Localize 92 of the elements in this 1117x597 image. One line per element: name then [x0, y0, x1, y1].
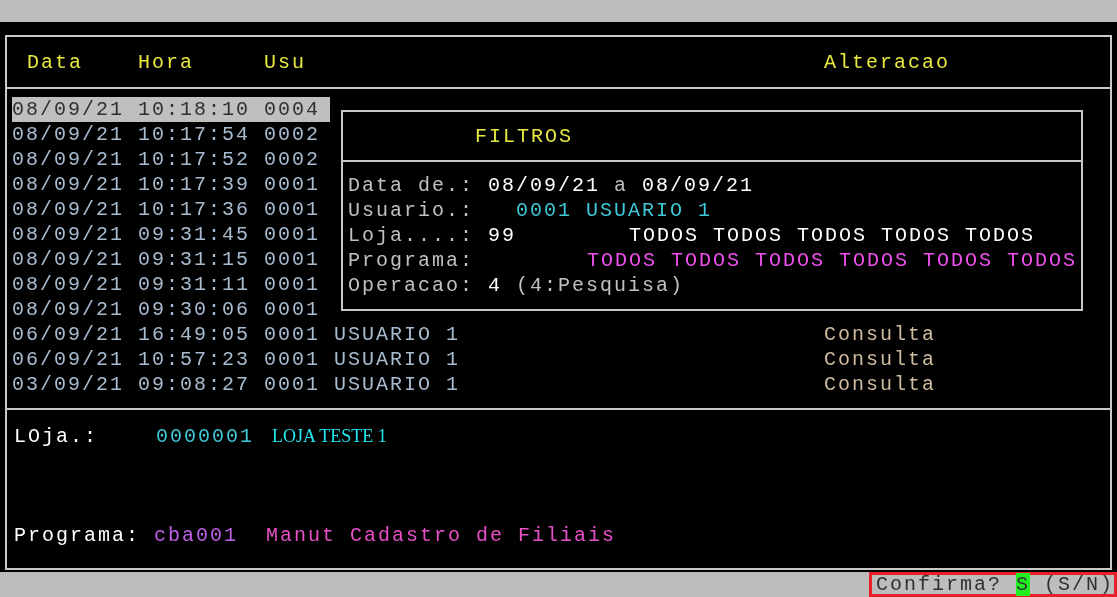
field-value: 99 — [488, 224, 517, 247]
user-cell-text: 0001 — [264, 223, 321, 246]
date-cell-text: 08/09/21 — [12, 123, 125, 146]
user-cell-text: 0001 — [264, 198, 321, 221]
date-cell-text: 08/09/21 — [12, 98, 125, 121]
field-value: 4 — [488, 274, 503, 297]
field-label: Programa: — [348, 249, 475, 272]
user-cell-text: 0002 — [264, 123, 321, 146]
change-cell-text: Consulta — [824, 348, 937, 371]
user-name-cell-text: USUARIO 1 — [334, 323, 462, 346]
user-cell-text: 0001 — [264, 348, 321, 371]
field-label: Usuario.: — [348, 199, 475, 222]
user-cell-text: 0002 — [264, 148, 321, 171]
log-row[interactable]: 08/09/21 09:31:15 0001 — [12, 247, 334, 272]
log-row[interactable]: 08/09/21 10:18:10 0004 — [12, 97, 330, 122]
column-header: Usu — [264, 50, 307, 74]
user-name-cell-text: USUARIO 1 — [334, 373, 462, 396]
option-value: TODOS — [713, 224, 784, 247]
option-value: TODOS — [1007, 249, 1078, 272]
option-value: TODOS — [629, 224, 700, 247]
user-cell-text: 0001 — [264, 173, 321, 196]
option-value: TODOS — [923, 249, 994, 272]
program-name: Manut Cadastro de Filiais — [266, 524, 617, 547]
time-cell-text: 09:08:27 — [138, 373, 251, 396]
time-cell-text: 10:17:36 — [138, 198, 251, 221]
user-cell-text: 0001 — [264, 248, 321, 271]
date-cell-text: 03/09/21 — [12, 373, 125, 396]
log-row[interactable]: 06/09/21 10:57:23 0001 — [12, 347, 334, 372]
option-value: TODOS — [839, 249, 910, 272]
field-value: a — [614, 174, 629, 197]
time-cell-text: 09:31:45 — [138, 223, 251, 246]
log-row[interactable]: 03/09/21 09:08:27 0001 — [12, 372, 334, 397]
field-label: Operacao: — [348, 274, 475, 297]
prompt-text: Confirma? — [875, 573, 1002, 596]
field-label: Data de.: — [348, 174, 475, 197]
store-name: LOJA TESTE 1 — [272, 426, 387, 447]
program-code: cba001 — [154, 524, 239, 547]
log-row[interactable]: 08/09/21 10:17:39 0001 — [12, 172, 334, 197]
log-row[interactable]: 08/09/21 10:17:52 0002 — [12, 147, 334, 172]
time-cell-text: 09:30:06 — [138, 298, 251, 321]
date-cell-text: 08/09/21 — [12, 273, 125, 296]
date-cell-text: 08/09/21 — [12, 223, 125, 246]
date-cell-text: 08/09/21 — [12, 148, 125, 171]
field-value: USUARIO 1 — [586, 199, 713, 222]
program-label: Programa: — [14, 524, 141, 547]
time-cell-text: 09:31:15 — [138, 248, 251, 271]
option-value: TODOS — [755, 249, 826, 272]
user-cell: 0004 — [264, 98, 320, 121]
date-cell-text: 08/09/21 — [12, 248, 125, 271]
option-value: TODOS — [587, 249, 658, 272]
user-cell-text: 0001 — [264, 323, 321, 346]
choices-text: (S/N) — [1044, 573, 1114, 596]
log-row[interactable]: 08/09/21 09:31:45 0001 — [12, 222, 334, 247]
option-value: TODOS — [881, 224, 952, 247]
log-row[interactable]: 08/09/21 10:17:54 0002 — [12, 122, 334, 147]
date-cell-text: 06/09/21 — [12, 323, 125, 346]
time-cell-text: 10:18:10 — [138, 98, 251, 121]
user-cell-text: 0001 — [264, 273, 321, 296]
time-cell-text: 10:17:52 — [138, 148, 251, 171]
store-label: LOja.: — [14, 425, 98, 448]
date-cell-text: 08/09/21 — [12, 173, 125, 196]
field-label: Loja....: — [348, 224, 475, 247]
log-row[interactable]: 06/09/21 16:49:05 0001 — [12, 322, 334, 347]
log-row[interactable]: 08/09/21 09:31:11 0001 — [12, 272, 334, 297]
column-header: Alteracao — [824, 50, 952, 74]
field-value: 0001 — [516, 199, 573, 222]
column-header: Hora — [138, 50, 195, 74]
time-cell-text: 10:17:54 — [138, 123, 251, 146]
time-cell-text: 09:31:11 — [138, 273, 251, 296]
date-cell-text: 08/09/21 — [12, 198, 125, 221]
field-value: 08/09/21 — [642, 174, 755, 197]
field-value: 08/09/21 — [488, 174, 601, 197]
option-value: TODOS — [671, 249, 742, 272]
user-cell-text: 0001 — [264, 298, 321, 321]
store-code: 0000001 — [156, 425, 255, 448]
user-cell-text: 0001 — [264, 373, 321, 396]
time-cell-text: 16:49:05 — [138, 323, 251, 346]
date-cell-text: 06/09/21 — [12, 348, 125, 371]
time-cell-text: 10:57:23 — [138, 348, 251, 371]
change-cell-text: Consulta — [824, 373, 937, 396]
time-cell-text: 10:17:39 — [138, 173, 251, 196]
user-name-cell-text: USUARIO 1 — [334, 348, 462, 371]
option-value: TODOS — [965, 224, 1036, 247]
answer-field[interactable]: S — [1015, 573, 1030, 596]
option-value: TODOS — [797, 224, 868, 247]
log-row[interactable]: 08/09/21 09:30:06 0001 — [12, 297, 334, 322]
dialog-title: FILTROS — [475, 124, 573, 148]
column-header: Data — [27, 50, 84, 74]
field-value: (4:Pesquisa) — [516, 274, 685, 297]
change-cell-text: Consulta — [824, 323, 937, 346]
log-row[interactable]: 08/09/21 10:17:36 0001 — [12, 197, 334, 222]
date-cell-text: 08/09/21 — [12, 298, 125, 321]
